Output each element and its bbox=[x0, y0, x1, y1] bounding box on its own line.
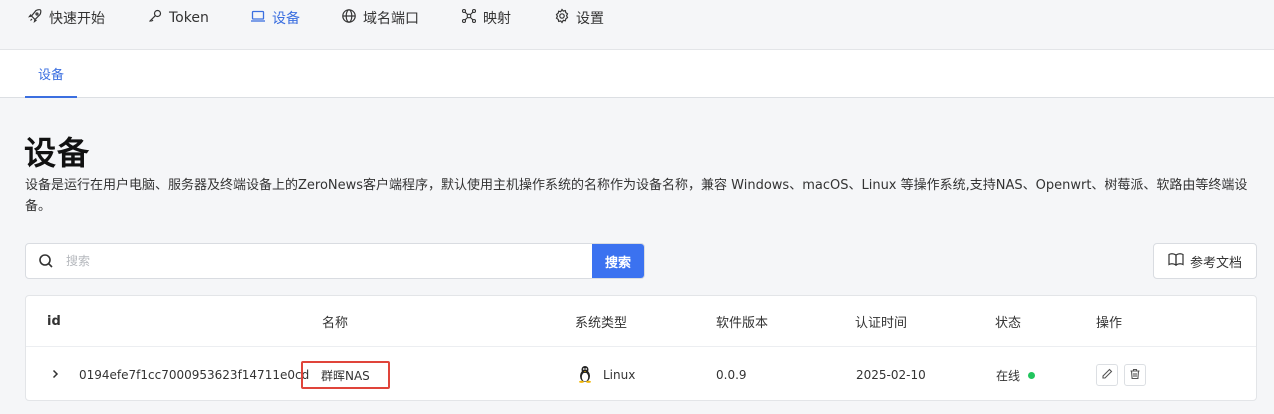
nav-item-label: 设置 bbox=[576, 11, 604, 27]
top-nav: 快速开始 Token 设备 域名端口 映射 设置 bbox=[0, 0, 1274, 50]
nav-item-quick-start[interactable]: 快速开始 bbox=[27, 0, 105, 36]
column-header-id: id bbox=[47, 314, 61, 329]
column-header-os: 系统类型 bbox=[575, 316, 628, 331]
page-title: 设备 bbox=[24, 134, 91, 172]
nav-item-label: 映射 bbox=[483, 11, 511, 27]
device-name-cell: 群晖NAS bbox=[301, 348, 390, 402]
devices-table: id 名称 系统类型 软件版本 认证时间 状态 操作 0194efe7f1cc7… bbox=[25, 295, 1257, 401]
device-name: 群晖NAS bbox=[301, 361, 390, 389]
table-header: id 名称 系统类型 软件版本 认证时间 状态 操作 bbox=[26, 296, 1256, 347]
docs-button-label: 参考文档 bbox=[1189, 255, 1242, 271]
docs-button[interactable]: 参考文档 bbox=[1153, 243, 1257, 279]
expand-row-button[interactable] bbox=[50, 348, 60, 402]
column-header-name: 名称 bbox=[322, 316, 349, 331]
search-input[interactable] bbox=[66, 244, 592, 278]
table-row: 0194efe7f1cc7000953623f14711e0cd 群晖NAS L… bbox=[26, 348, 1256, 402]
chevron-right-icon bbox=[50, 368, 60, 382]
software-version: 0.0.9 bbox=[716, 368, 747, 382]
nav-item-label: 设备 bbox=[272, 11, 300, 27]
nav-item-token[interactable]: Token bbox=[147, 0, 209, 36]
column-header-version: 软件版本 bbox=[716, 316, 769, 331]
status-text: 在线 bbox=[996, 368, 1021, 383]
search-button[interactable]: 搜索 bbox=[592, 244, 644, 278]
gear-icon bbox=[554, 8, 570, 28]
linux-penguin-icon bbox=[577, 365, 593, 386]
column-header-status: 状态 bbox=[995, 316, 1022, 331]
nav-item-label: Token bbox=[169, 10, 209, 26]
search-bar: 搜索 bbox=[25, 243, 645, 279]
status-online-dot bbox=[1028, 371, 1036, 379]
trash-icon bbox=[1129, 368, 1141, 383]
laptop-icon bbox=[250, 8, 266, 28]
pencil-icon bbox=[1101, 368, 1113, 383]
sub-tab-bar: 设备 bbox=[0, 50, 1274, 98]
status-cell: 在线 bbox=[996, 348, 1036, 402]
book-icon bbox=[1168, 252, 1184, 270]
os-label: Linux bbox=[603, 368, 636, 382]
actions-cell bbox=[1096, 348, 1146, 402]
tab-devices[interactable]: 设备 bbox=[25, 50, 77, 98]
column-header-auth-time: 认证时间 bbox=[855, 316, 908, 331]
os-cell: Linux bbox=[577, 348, 635, 402]
page-description: 设备是运行在用户电脑、服务器及终端设备上的ZeroNews客户端程序，默认使用主… bbox=[25, 178, 1248, 214]
globe-icon bbox=[341, 8, 357, 28]
nav-item-domain-ports[interactable]: 域名端口 bbox=[341, 0, 419, 36]
nav-item-label: 快速开始 bbox=[49, 11, 105, 27]
delete-button[interactable] bbox=[1124, 364, 1146, 386]
auth-time: 2025-02-10 bbox=[856, 368, 926, 382]
key-icon bbox=[147, 8, 163, 28]
nav-item-mapping[interactable]: 映射 bbox=[461, 0, 511, 36]
network-icon bbox=[461, 8, 477, 28]
nav-item-label: 域名端口 bbox=[363, 11, 419, 27]
device-id: 0194efe7f1cc7000953623f14711e0cd bbox=[79, 368, 310, 382]
search-icon bbox=[26, 253, 66, 269]
nav-item-settings[interactable]: 设置 bbox=[554, 0, 604, 36]
nav-item-devices[interactable]: 设备 bbox=[250, 0, 300, 36]
rocket-icon bbox=[27, 8, 43, 28]
edit-button[interactable] bbox=[1096, 364, 1118, 386]
column-header-actions: 操作 bbox=[1096, 316, 1123, 331]
